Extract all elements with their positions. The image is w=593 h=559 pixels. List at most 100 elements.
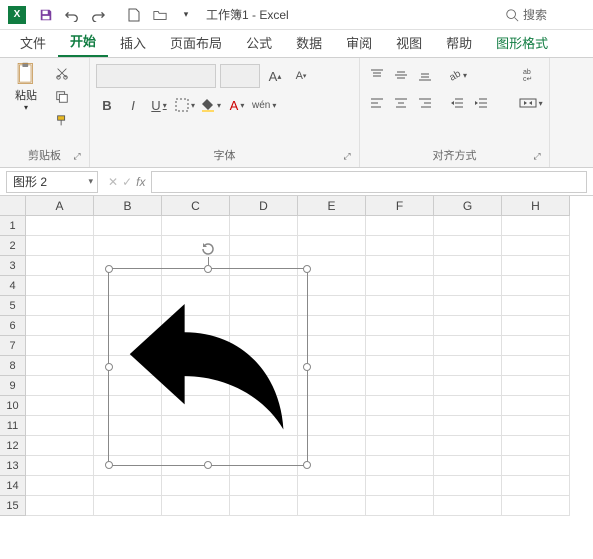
row-header-12[interactable]: 12	[0, 436, 26, 456]
row-header-9[interactable]: 9	[0, 376, 26, 396]
increase-indent-icon[interactable]	[470, 92, 492, 114]
cell-A4[interactable]	[26, 276, 94, 296]
font-name-input[interactable]	[96, 64, 216, 88]
column-header-B[interactable]: B	[94, 196, 162, 216]
cell-B14[interactable]	[94, 476, 162, 496]
cell-F4[interactable]	[366, 276, 434, 296]
column-header-F[interactable]: F	[366, 196, 434, 216]
tab-help[interactable]: 帮助	[434, 28, 484, 57]
cell-A1[interactable]	[26, 216, 94, 236]
cell-F5[interactable]	[366, 296, 434, 316]
increase-font-icon[interactable]: A▴	[264, 65, 286, 87]
resize-handle-ml[interactable]	[105, 363, 113, 371]
cell-G5[interactable]	[434, 296, 502, 316]
redo-icon[interactable]	[86, 3, 110, 27]
cell-H1[interactable]	[502, 216, 570, 236]
cell-H3[interactable]	[502, 256, 570, 276]
qat-customize-icon[interactable]: ▾	[174, 3, 198, 27]
cell-E14[interactable]	[298, 476, 366, 496]
row-header-3[interactable]: 3	[0, 256, 26, 276]
cell-G9[interactable]	[434, 376, 502, 396]
font-launcher-icon[interactable]: ⤢	[341, 151, 353, 163]
cell-A8[interactable]	[26, 356, 94, 376]
tab-insert[interactable]: 插入	[108, 28, 158, 57]
tab-shape-format[interactable]: 图形格式	[484, 28, 560, 57]
cell-B15[interactable]	[94, 496, 162, 516]
cell-E6[interactable]	[298, 316, 366, 336]
cell-H9[interactable]	[502, 376, 570, 396]
cell-A7[interactable]	[26, 336, 94, 356]
cell-B2[interactable]	[94, 236, 162, 256]
cell-A15[interactable]	[26, 496, 94, 516]
cell-A2[interactable]	[26, 236, 94, 256]
phonetic-button[interactable]: wén▾	[252, 94, 276, 116]
cell-G13[interactable]	[434, 456, 502, 476]
resize-handle-bm[interactable]	[204, 461, 212, 469]
cell-E11[interactable]	[298, 416, 366, 436]
align-top-icon[interactable]	[366, 64, 388, 86]
cell-F11[interactable]	[366, 416, 434, 436]
cell-E10[interactable]	[298, 396, 366, 416]
row-header-10[interactable]: 10	[0, 396, 26, 416]
cell-G2[interactable]	[434, 236, 502, 256]
cell-G12[interactable]	[434, 436, 502, 456]
format-painter-icon[interactable]	[50, 110, 74, 132]
fill-color-button[interactable]: ▾	[200, 94, 222, 116]
cell-H12[interactable]	[502, 436, 570, 456]
rotate-handle-icon[interactable]	[200, 241, 216, 257]
column-header-H[interactable]: H	[502, 196, 570, 216]
cell-H15[interactable]	[502, 496, 570, 516]
cell-C1[interactable]	[162, 216, 230, 236]
wrap-text-icon[interactable]: abc↵	[520, 64, 542, 86]
row-header-5[interactable]: 5	[0, 296, 26, 316]
cell-H14[interactable]	[502, 476, 570, 496]
cell-F10[interactable]	[366, 396, 434, 416]
row-header-2[interactable]: 2	[0, 236, 26, 256]
row-header-13[interactable]: 13	[0, 456, 26, 476]
tab-data[interactable]: 数据	[284, 28, 334, 57]
resize-handle-tm[interactable]	[204, 265, 212, 273]
cell-A5[interactable]	[26, 296, 94, 316]
cell-H2[interactable]	[502, 236, 570, 256]
cell-D2[interactable]	[230, 236, 298, 256]
tab-file[interactable]: 文件	[8, 28, 58, 57]
cell-A10[interactable]	[26, 396, 94, 416]
cell-F12[interactable]	[366, 436, 434, 456]
cell-G1[interactable]	[434, 216, 502, 236]
underline-button[interactable]: U▾	[148, 94, 170, 116]
align-right-icon[interactable]	[414, 92, 436, 114]
border-button[interactable]: ▾	[174, 94, 196, 116]
alignment-launcher-icon[interactable]: ⤢	[531, 151, 543, 163]
tab-home[interactable]: 开始	[58, 26, 108, 57]
cell-H8[interactable]	[502, 356, 570, 376]
resize-handle-tl[interactable]	[105, 265, 113, 273]
cell-G15[interactable]	[434, 496, 502, 516]
cell-G10[interactable]	[434, 396, 502, 416]
cell-A9[interactable]	[26, 376, 94, 396]
decrease-font-icon[interactable]: A▾	[290, 65, 312, 87]
row-header-14[interactable]: 14	[0, 476, 26, 496]
cut-icon[interactable]	[50, 62, 74, 84]
cell-F13[interactable]	[366, 456, 434, 476]
cell-F15[interactable]	[366, 496, 434, 516]
cell-F1[interactable]	[366, 216, 434, 236]
column-header-E[interactable]: E	[298, 196, 366, 216]
cell-A14[interactable]	[26, 476, 94, 496]
cell-H10[interactable]	[502, 396, 570, 416]
cell-G7[interactable]	[434, 336, 502, 356]
cell-G11[interactable]	[434, 416, 502, 436]
resize-handle-mr[interactable]	[303, 363, 311, 371]
cell-G8[interactable]	[434, 356, 502, 376]
search-box[interactable]: 搜索	[505, 6, 585, 23]
cell-E9[interactable]	[298, 376, 366, 396]
align-bottom-icon[interactable]	[414, 64, 436, 86]
resize-handle-tr[interactable]	[303, 265, 311, 273]
font-color-button[interactable]: A▾	[226, 94, 248, 116]
cell-H6[interactable]	[502, 316, 570, 336]
cell-H5[interactable]	[502, 296, 570, 316]
cell-A13[interactable]	[26, 456, 94, 476]
paste-button[interactable]: 粘贴 ▾	[8, 62, 44, 112]
column-header-D[interactable]: D	[230, 196, 298, 216]
cell-G6[interactable]	[434, 316, 502, 336]
column-header-C[interactable]: C	[162, 196, 230, 216]
